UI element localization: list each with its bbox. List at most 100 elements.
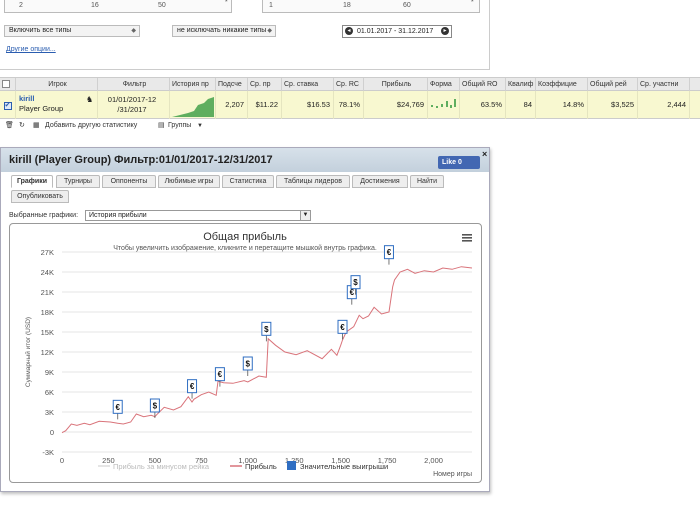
dialog-header: kirill (Player Group) Фильтр:01/01/2017-…	[1, 148, 489, 172]
tab-favorite-games[interactable]: Любимые игры	[158, 175, 220, 188]
slider-handle[interactable]: *	[225, 0, 228, 6]
count-cell: 2,207	[216, 91, 248, 119]
legend-rakeback-label: Прибыль за минусом рейка	[113, 462, 210, 471]
row-checkbox[interactable]: ✔	[0, 91, 16, 119]
dialog-title: kirill (Player Group) Фильтр:01/01/2017-…	[9, 154, 273, 166]
trash-icon[interactable]: 🗑	[5, 120, 14, 132]
big-win-symbol: €	[350, 288, 355, 297]
chart-select-value: История прибыли	[89, 212, 147, 219]
menu-icon	[462, 237, 472, 239]
col-count[interactable]: Подсче	[216, 78, 248, 91]
y-tick-label: 27K	[41, 248, 54, 257]
y-tick-label: -3K	[42, 448, 54, 457]
col-total-rake[interactable]: Общий рей	[588, 78, 638, 91]
col-total-roi[interactable]: Общий RO	[460, 78, 506, 91]
filter-panel: 2 16 50 * 1 18 60 * Включить все типы ◆ н…	[0, 0, 490, 70]
qualif-cell: 84	[506, 91, 536, 119]
groups-button[interactable]: Группы	[168, 120, 191, 132]
col-qualif[interactable]: Квалиф	[506, 78, 536, 91]
big-win-symbol: $	[264, 325, 269, 334]
chart-svg[interactable]: Общая прибыльЧтобы увеличить изображение…	[10, 224, 481, 482]
player-avatar-icon: ♞	[86, 95, 94, 104]
tab-statistics[interactable]: Статистика	[222, 175, 274, 188]
add-stat-link[interactable]: Добавить другую статистику	[45, 120, 137, 132]
filter-line1: 01/01/2017-12	[107, 95, 157, 104]
avg-stake-cell: $16.53	[282, 91, 334, 119]
prev-arrow-icon[interactable]: ◂	[345, 27, 353, 35]
tab-publish[interactable]: Опубликовать	[11, 190, 69, 203]
big-win-symbol: €	[340, 323, 345, 332]
big-win-symbol: €	[190, 382, 195, 391]
facebook-like-button[interactable]: Like 0	[438, 156, 480, 169]
y-tick-label: 12K	[41, 348, 54, 357]
updown-icon: ◆	[267, 28, 272, 34]
slider-tick: 1	[269, 2, 273, 9]
slider-handle[interactable]: *	[471, 0, 474, 6]
col-profit[interactable]: Прибыль	[364, 78, 428, 91]
exclude-types-value: не исключать никакие типы	[177, 27, 267, 34]
y-tick-label: 15K	[41, 328, 54, 337]
history-sparkline	[170, 91, 216, 119]
refresh-icon[interactable]: ↻	[19, 120, 25, 132]
player-dialog: kirill (Player Group) Фильтр:01/01/2017-…	[0, 147, 490, 492]
col-form[interactable]: Форма	[428, 78, 460, 91]
chevron-down-icon[interactable]: ▼	[300, 211, 310, 220]
profit-chart[interactable]: Общая прибыль Чтобы увеличить изображение…	[9, 223, 482, 483]
y-tick-label: 0	[50, 428, 54, 437]
next-arrow-icon[interactable]: ▸	[441, 27, 449, 35]
y-tick-label: 3K	[45, 408, 54, 417]
y-tick-label: 6K	[45, 388, 54, 397]
add-stat-icon[interactable]: ▦	[33, 120, 40, 132]
updown-icon: ◆	[131, 28, 136, 34]
buyin-slider[interactable]: 2 16 50 *	[4, 0, 232, 13]
big-win-symbol: $	[153, 402, 158, 411]
exclude-types-select[interactable]: не исключать никакие типы ◆	[172, 25, 276, 37]
col-history[interactable]: История пр	[170, 78, 216, 91]
tab-leaderboards[interactable]: Таблицы лидеров	[276, 175, 350, 188]
legend-bigwins-label: Значительные выигрыши	[300, 462, 388, 471]
col-filter[interactable]: Фильтр	[98, 78, 170, 91]
col-avg-stake[interactable]: Ср. ставка	[282, 78, 334, 91]
big-win-symbol: $	[246, 360, 251, 369]
col-player[interactable]: Игрок	[16, 78, 98, 91]
player-cell: kirill Player Group ♞	[16, 91, 98, 119]
total-rake-cell: $3,525	[588, 91, 638, 119]
tab-opponents[interactable]: Оппоненты	[102, 175, 156, 188]
profit-cell: $24,769	[364, 91, 428, 119]
tab-charts[interactable]: Графики	[11, 175, 53, 188]
select-all-checkbox[interactable]	[0, 78, 16, 91]
x-axis-label: Номер игры	[433, 471, 472, 478]
groups-icon[interactable]: ▤	[158, 120, 165, 132]
col-avg-entrants[interactable]: Ср. участни	[638, 78, 690, 91]
slider-tick: 60	[403, 2, 411, 9]
player-group: Player Group	[19, 104, 64, 113]
x-tick-label: 0	[60, 456, 64, 465]
col-coef[interactable]: Коэффицие	[536, 78, 588, 91]
players-slider[interactable]: 1 18 60 *	[262, 0, 480, 13]
col-avg-profit[interactable]: Ср. пр	[248, 78, 282, 91]
tab-achievements[interactable]: Достижения	[352, 175, 408, 188]
player-name[interactable]: kirill	[19, 94, 94, 104]
x-tick-label: 2,000	[424, 456, 443, 465]
menu-icon	[462, 234, 472, 236]
col-avg-roi[interactable]: Ср. RC	[334, 78, 364, 91]
include-types-select[interactable]: Включить все типы ◆	[4, 25, 140, 37]
slider-tick: 18	[343, 2, 351, 9]
y-tick-label: 9K	[45, 368, 54, 377]
more-options-link[interactable]: Другие опции...	[6, 46, 56, 53]
chart-select[interactable]: История прибыли ▼	[85, 210, 311, 221]
close-icon[interactable]: ×	[482, 149, 487, 159]
tab-search[interactable]: Найти	[410, 175, 444, 188]
avg-entrants-cell: 2,444	[638, 91, 690, 119]
include-types-value: Включить все типы	[9, 27, 72, 34]
chevron-down-icon[interactable]: ▼	[197, 120, 203, 132]
big-win-symbol: €	[116, 403, 121, 412]
date-range-picker[interactable]: ◂ 01.01.2017 - 31.12.2017 ▸	[342, 25, 452, 38]
slider-tick: 16	[91, 2, 99, 9]
tab-tournaments[interactable]: Турниры	[56, 175, 100, 188]
table-row[interactable]: ✔ kirill Player Group ♞ 01/01/2017-12 /3…	[0, 91, 700, 119]
total-roi-cell: 63.5%	[460, 91, 506, 119]
chart-select-label: Выбранные графики:	[9, 212, 79, 219]
legend-bigwins-marker	[287, 461, 296, 470]
chart-title: Общая прибыль	[203, 231, 287, 243]
